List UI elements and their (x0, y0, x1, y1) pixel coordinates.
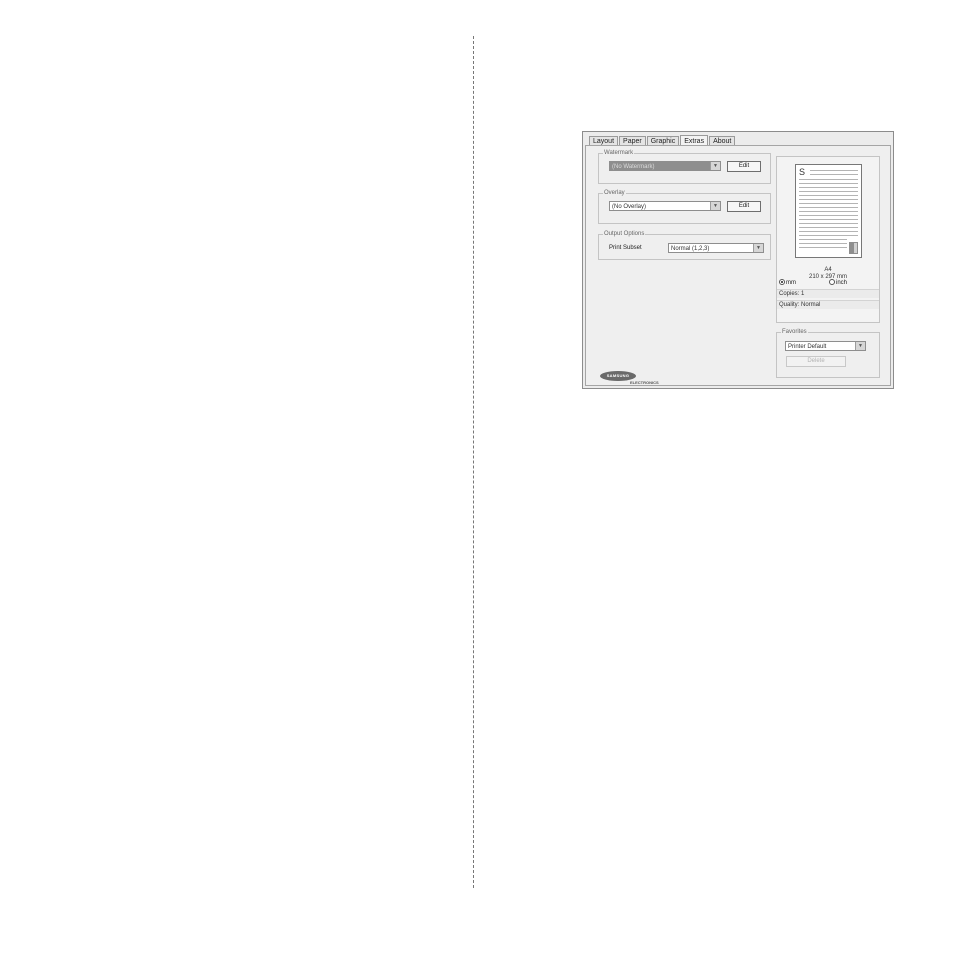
text-line (799, 247, 847, 248)
favorites-legend: Favorites (781, 328, 808, 336)
printer-properties-dialog: Layout Paper Graphic Extras About Waterm… (582, 131, 894, 389)
radio-inch-icon (829, 279, 835, 286)
chevron-down-icon: ▼ (710, 202, 720, 210)
print-subset-label: Print Subset (609, 245, 642, 251)
unit-mm-label: mm (786, 280, 796, 286)
text-line (810, 174, 858, 175)
duplex-icon (849, 242, 858, 254)
text-line (799, 199, 858, 200)
page-divider (473, 36, 474, 888)
text-line (799, 203, 858, 204)
watermark-edit-button[interactable]: Edit (727, 161, 761, 172)
watermark-select-value: (No Watermark) (612, 164, 655, 170)
overlay-legend: Overlay (603, 189, 626, 197)
output-options-group: Output Options Print Subset Normal (1,2,… (598, 230, 771, 260)
text-line (810, 170, 858, 171)
watermark-group: Watermark (No Watermark) ▼ Edit (598, 149, 771, 184)
page-letter: S (799, 167, 806, 177)
favorites-select-value: Printer Default (788, 344, 827, 350)
paper-name: A4 (824, 267, 832, 273)
text-line (799, 223, 858, 224)
unit-radio-group: mm inch (777, 278, 879, 288)
watermark-legend: Watermark (603, 149, 635, 157)
output-options-legend: Output Options (603, 230, 646, 238)
extras-panel: Watermark (No Watermark) ▼ Edit Overlay … (585, 145, 891, 386)
text-line (799, 191, 858, 192)
chevron-down-icon: ▼ (855, 342, 865, 350)
text-line (799, 235, 858, 236)
unit-mm-option[interactable]: mm (779, 278, 796, 288)
unit-inch-label: inch (836, 280, 848, 286)
text-line (799, 215, 858, 216)
text-line (799, 231, 858, 232)
overlay-edit-button[interactable]: Edit (727, 201, 761, 212)
print-subset-value: Normal (1,2,3) (671, 246, 710, 252)
print-subset-select[interactable]: Normal (1,2,3) ▼ (668, 243, 764, 253)
favorites-group: Favorites Printer Default ▼ Delete (776, 328, 880, 378)
logo-subtitle: ELECTRONICS (630, 380, 659, 385)
text-line (799, 227, 858, 228)
text-line (799, 219, 858, 220)
text-line (799, 239, 847, 240)
text-line (799, 187, 858, 188)
copies-info: Copies: 1 (777, 289, 879, 298)
page-thumbnail: S (795, 164, 862, 258)
page-preview-panel: S A4 210 x 297 mm mm inch Copies: 1 Qual… (776, 156, 880, 323)
text-line (799, 211, 858, 212)
text-line (799, 195, 858, 196)
overlay-select-value: (No Overlay) (612, 204, 647, 210)
favorites-delete-button[interactable]: Delete (786, 356, 846, 367)
overlay-select[interactable]: (No Overlay) ▼ (609, 201, 721, 211)
text-line (799, 179, 858, 180)
unit-inch-option[interactable]: inch (829, 278, 847, 288)
overlay-group: Overlay (No Overlay) ▼ Edit (598, 189, 771, 224)
favorites-select[interactable]: Printer Default ▼ (785, 341, 866, 351)
text-line (799, 243, 847, 244)
text-line (799, 183, 858, 184)
chevron-down-icon: ▼ (753, 244, 763, 252)
samsung-logo: SAMSUNG ELECTRONICS (600, 371, 662, 385)
quality-info: Quality: Normal (777, 300, 879, 309)
watermark-select[interactable]: (No Watermark) ▼ (609, 161, 721, 171)
chevron-down-icon: ▼ (710, 162, 720, 170)
radio-mm-icon (779, 279, 785, 286)
text-line (799, 207, 858, 208)
